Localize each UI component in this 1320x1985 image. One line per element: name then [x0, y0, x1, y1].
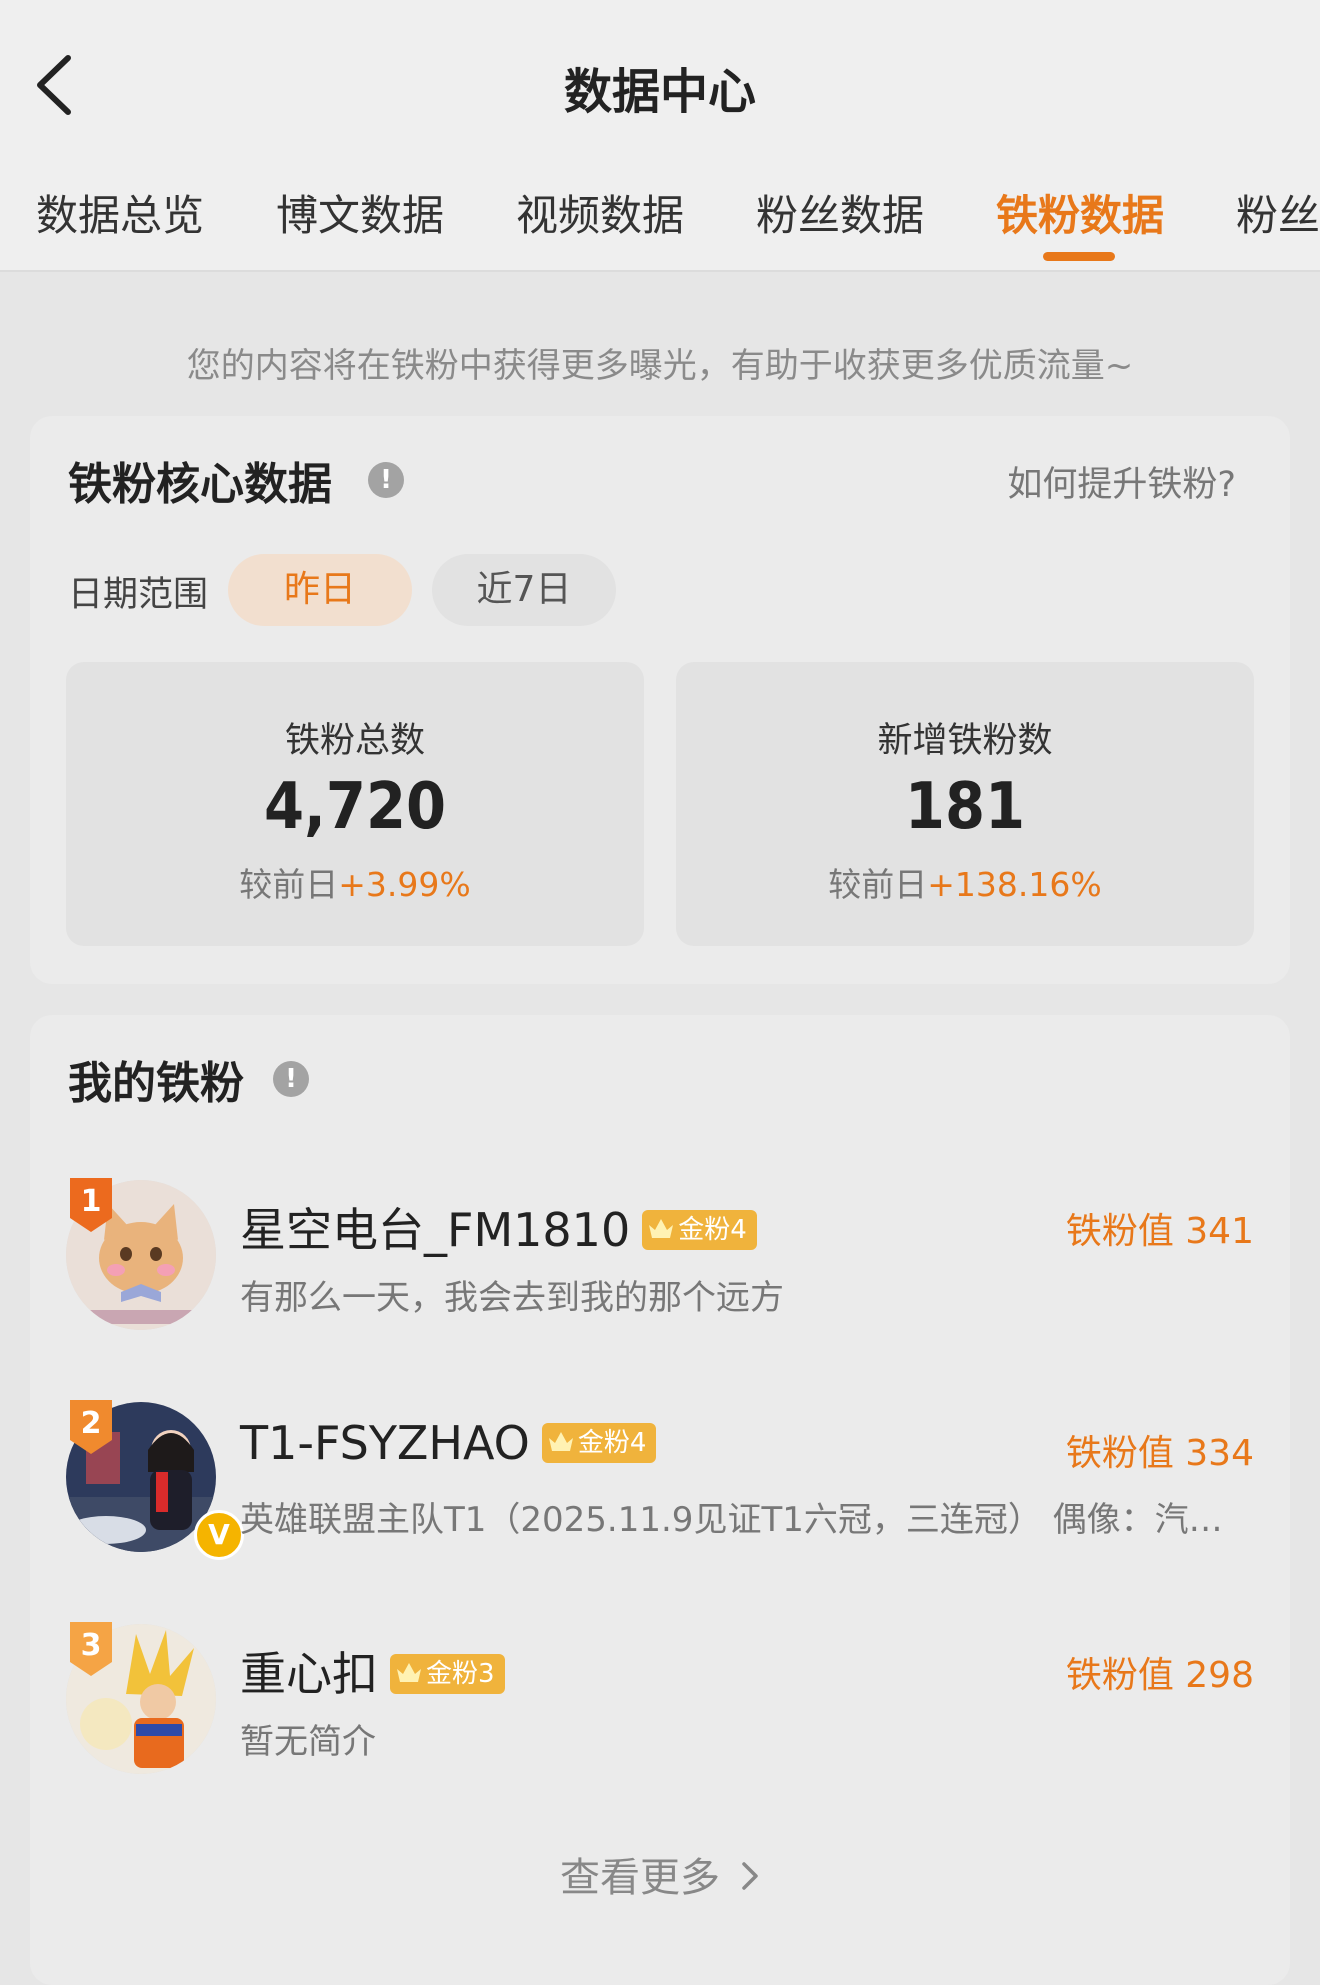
page-title: 数据中心 — [563, 64, 756, 120]
stat-label: 新增铁粉数 — [877, 721, 1053, 761]
date-option-yesterday[interactable]: 昨日 — [228, 554, 412, 626]
delta-value: +3.99% — [338, 865, 471, 904]
stat-new-iron-fans: 新增铁粉数 181 较前日+138.16% — [676, 662, 1254, 946]
core-section-title: 铁粉核心数据 — [68, 459, 332, 510]
stat-value: 4,720 — [263, 770, 447, 844]
fan-row[interactable]: 1 星空电台_FM1810 金粉4 有那么一天，我会去到我的那个远方 铁粉值 34… — [30, 1178, 1290, 1350]
fans-section-title: 我的铁粉 — [68, 1058, 244, 1109]
tab-fans-more[interactable]: 粉丝 — [1236, 182, 1320, 243]
tab-videos[interactable]: 视频数据 — [516, 182, 684, 243]
tab-fans[interactable]: 粉丝数据 — [756, 182, 924, 243]
chevron-right-icon — [742, 1862, 758, 1890]
top-bar: 数据中心 数据总览 博文数据 视频数据 粉丝数据 铁粉数据 粉丝 — [0, 0, 1320, 272]
iron-fan-score: 铁粉值 298 — [1065, 1655, 1254, 1696]
tab-bar: 数据总览 博文数据 视频数据 粉丝数据 铁粉数据 粉丝 — [0, 170, 1320, 270]
delta-value: +138.16% — [927, 865, 1102, 904]
crown-icon — [397, 1663, 421, 1682]
info-icon[interactable]: ! — [273, 1061, 309, 1097]
tab-posts[interactable]: 博文数据 — [276, 182, 444, 243]
verified-v-icon: V — [194, 1510, 244, 1560]
fan-bio: 英雄联盟主队T1（2025.11.9见证T1六冠，三连冠） 偶像：汽… — [240, 1500, 1223, 1540]
how-to-increase-link[interactable]: 如何提升铁粉? — [1007, 456, 1236, 507]
stat-label: 铁粉总数 — [284, 721, 425, 761]
stat-value: 181 — [904, 770, 1026, 844]
fan-name: 重心扣 金粉3 — [240, 1638, 505, 1704]
rank-badge: 1 — [66, 1178, 116, 1234]
fan-name: T1-FSYZHAO 金粉4 — [240, 1416, 657, 1470]
date-option-7days[interactable]: 近7日 — [432, 554, 616, 626]
active-tab-indicator — [1043, 252, 1115, 261]
fan-bio: 暂无简介 — [240, 1722, 376, 1762]
view-more-button[interactable]: 查看更多 — [30, 1845, 1290, 1903]
gold-fan-level-badge: 金粉3 — [390, 1653, 505, 1694]
iron-fan-core-card: 铁粉核心数据 ! 如何提升铁粉? 日期范围 昨日 近7日 铁粉总数 4,720 … — [30, 416, 1290, 984]
iron-fan-score: 铁粉值 334 — [1065, 1433, 1254, 1474]
compare-label: 较前日 — [239, 865, 339, 904]
info-icon[interactable]: ! — [368, 462, 404, 498]
fan-name: 星空电台_FM1810 金粉4 — [240, 1194, 757, 1260]
gold-fan-level-badge: 金粉4 — [642, 1209, 757, 1250]
fan-bio: 有那么一天，我会去到我的那个远方 — [240, 1278, 784, 1318]
stat-compare: 较前日+3.99% — [66, 858, 644, 906]
iron-fan-score: 铁粉值 341 — [1065, 1211, 1254, 1252]
tab-overview[interactable]: 数据总览 — [36, 182, 204, 243]
rank-badge: 2 — [66, 1400, 116, 1456]
fan-row[interactable]: 3 重心扣 金粉3 暂无简介 铁粉值 298 — [30, 1622, 1290, 1794]
stat-total-iron-fans: 铁粉总数 4,720 较前日+3.99% — [66, 662, 644, 946]
date-range-label: 日期范围 — [68, 575, 209, 615]
crown-icon — [649, 1219, 674, 1238]
my-iron-fans-card: 我的铁粉 ! 1 星空电台_FM1810 金粉4 有那么一天，我会去到我的那个远方… — [30, 1015, 1290, 1985]
crown-icon — [548, 1432, 573, 1451]
tab-iron-fans[interactable]: 铁粉数据 — [996, 182, 1164, 243]
exposure-tip: 您的内容将在铁粉中获得更多曝光，有助于收获更多优质流量~ — [186, 346, 1134, 386]
compare-label: 较前日 — [828, 865, 928, 904]
rank-badge: 3 — [66, 1622, 116, 1678]
gold-fan-level-badge: 金粉4 — [541, 1422, 657, 1463]
stat-compare: 较前日+138.16% — [676, 858, 1254, 906]
fan-row[interactable]: 2 V T1-FSYZHAO 金粉4 英雄联盟主队T1（2025.11.9见证T1… — [30, 1400, 1290, 1572]
